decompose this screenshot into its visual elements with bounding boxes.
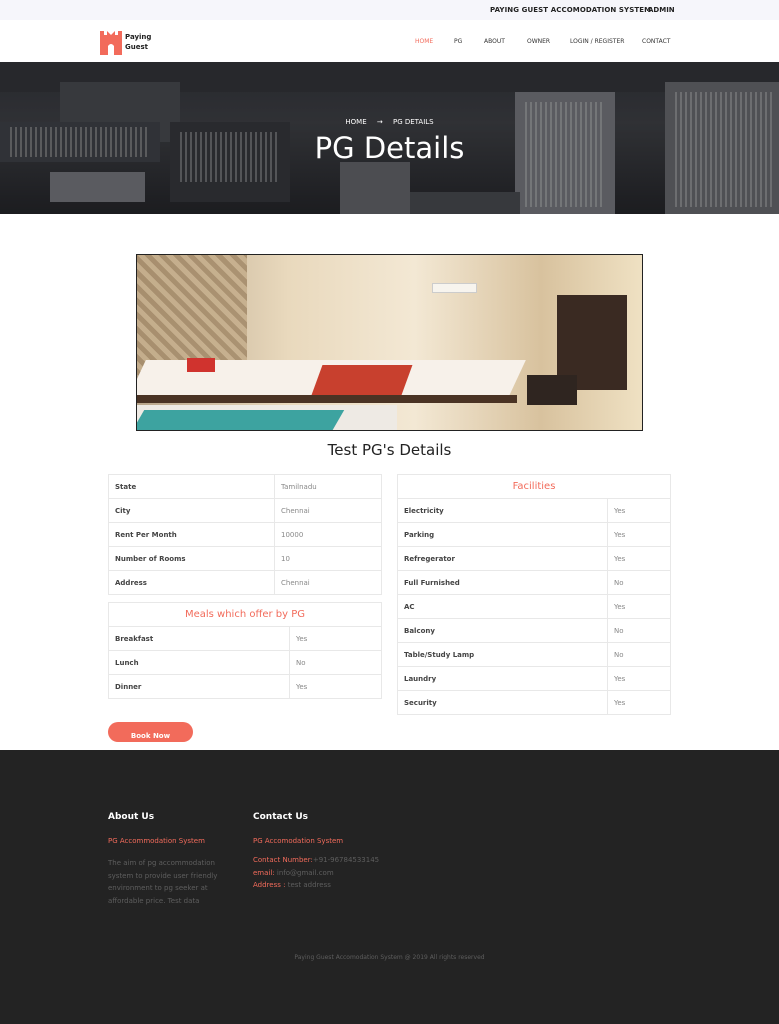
contact-subtitle: PG Accomodation System [253, 837, 344, 845]
address-value: test address [285, 881, 331, 889]
facility-value: Yes [607, 522, 671, 547]
table-row: Full Furnished No [397, 570, 671, 595]
facility-value: Yes [607, 498, 671, 523]
info-label: Address [108, 570, 275, 595]
meals-title: Meals which offer by PG [108, 602, 382, 627]
copyright: Paying Guest Accomodation System @ 2019 … [294, 954, 485, 961]
info-value: Chennai [274, 570, 382, 595]
facility-label: Full Furnished [397, 570, 608, 595]
info-value: Tamilnadu [274, 474, 382, 499]
facilities-table: Facilities Electricity Yes Parking Yes Ref… [397, 474, 671, 715]
nav-contact[interactable]: CONTACT [642, 38, 670, 45]
info-value: Chennai [274, 498, 382, 523]
table-row: Parking Yes [397, 522, 671, 547]
facility-label: Balcony [397, 618, 608, 643]
about-heading: About Us [108, 812, 155, 822]
about-subtitle: PG Accommodation System [108, 837, 205, 845]
nav-owner[interactable]: OWNER [527, 38, 550, 45]
info-label: Rent Per Month [108, 522, 275, 547]
table-row: Breakfast Yes [108, 626, 382, 651]
table-row: AC Yes [397, 594, 671, 619]
meal-value: Yes [289, 674, 382, 699]
table-row: Refregerator Yes [397, 546, 671, 571]
facility-label: Table/Study Lamp [397, 642, 608, 667]
table-row: Dinner Yes [108, 674, 382, 699]
table-row: State Tamilnadu [108, 474, 382, 499]
facility-label: Security [397, 690, 608, 715]
castle-icon [100, 31, 122, 55]
contact-number: +91-96784533145 [312, 856, 380, 864]
facility-label: Refregerator [397, 546, 608, 571]
facility-value: Yes [607, 666, 671, 691]
facility-label: Laundry [397, 666, 608, 691]
breadcrumb-home[interactable]: HOME [345, 118, 366, 126]
email-label: email: [253, 868, 275, 877]
footer: About Us PG Accommodation System The aim… [0, 750, 779, 1024]
table-row: Address Chennai [108, 570, 382, 595]
address-label: Address : [253, 881, 286, 889]
facility-value: Yes [607, 546, 671, 571]
contact-number-label: Contact Number: [253, 856, 313, 864]
table-row: Security Yes [397, 690, 671, 715]
table-row: City Chennai [108, 498, 382, 523]
meal-value: Yes [289, 626, 382, 651]
info-label: State [108, 474, 275, 499]
info-label: Number of Rooms [108, 546, 275, 571]
facility-value: Yes [607, 594, 671, 619]
arrow-right-icon: → [376, 118, 383, 126]
about-text: The aim of pg accommodation system to pr… [108, 859, 218, 905]
details-heading: Test PG's Details [327, 441, 452, 459]
table-row: Rent Per Month 10000 [108, 522, 382, 547]
admin-link[interactable]: ADMIN [648, 6, 675, 14]
meal-value: No [289, 650, 382, 675]
table-row: Lunch No [108, 650, 382, 675]
meal-label: Dinner [108, 674, 290, 699]
main-navbar: Paying Guest HOME PG ABOUT OWNER LOGIN /… [0, 20, 779, 62]
book-now-button[interactable]: Book Now [108, 722, 193, 742]
table-row: Laundry Yes [397, 666, 671, 691]
contact-heading: Contact Us [253, 812, 309, 822]
pg-info-table: State Tamilnadu City Chennai Rent Per Mont… [108, 474, 382, 595]
nav-about[interactable]: ABOUT [484, 38, 505, 45]
logo[interactable]: Paying Guest [100, 29, 160, 55]
facility-label: Electricity [397, 498, 608, 523]
meals-table: Meals which offer by PG Breakfast Yes Lun… [108, 602, 382, 699]
info-label: City [108, 498, 275, 523]
nav-home[interactable]: HOME [415, 38, 433, 45]
hero-banner: HOME → PG DETAILS PG Details [0, 62, 779, 214]
meal-label: Lunch [108, 650, 290, 675]
top-bar: PAYING GUEST ACCOMODATION SYSTEM ADMIN [0, 0, 779, 20]
nav-login-register[interactable]: LOGIN / REGISTER [570, 38, 624, 45]
table-row: Table/Study Lamp No [397, 642, 671, 667]
facility-label: AC [397, 594, 608, 619]
nav-pg[interactable]: PG [454, 38, 462, 45]
table-row: Number of Rooms 10 [108, 546, 382, 571]
breadcrumb-current: PG DETAILS [392, 118, 434, 126]
facilities-title: Facilities [397, 474, 671, 499]
contact-details: Contact Number:+91-96784533145 email: in… [253, 854, 453, 892]
facility-value: No [607, 618, 671, 643]
meal-label: Breakfast [108, 626, 290, 651]
facility-label: Parking [397, 522, 608, 547]
facility-value: No [607, 570, 671, 595]
breadcrumb: HOME → PG DETAILS [0, 118, 779, 126]
table-row: Electricity Yes [397, 498, 671, 523]
info-value: 10000 [274, 522, 382, 547]
info-value: 10 [274, 546, 382, 571]
facility-value: Yes [607, 690, 671, 715]
site-title: PAYING GUEST ACCOMODATION SYSTEM [490, 6, 652, 14]
table-row: Balcony No [397, 618, 671, 643]
page-title: PG Details [314, 131, 465, 165]
email-value[interactable]: info@gmail.com [275, 869, 334, 877]
facility-value: No [607, 642, 671, 667]
logo-text: Paying Guest [125, 33, 152, 51]
room-photo [136, 254, 643, 431]
